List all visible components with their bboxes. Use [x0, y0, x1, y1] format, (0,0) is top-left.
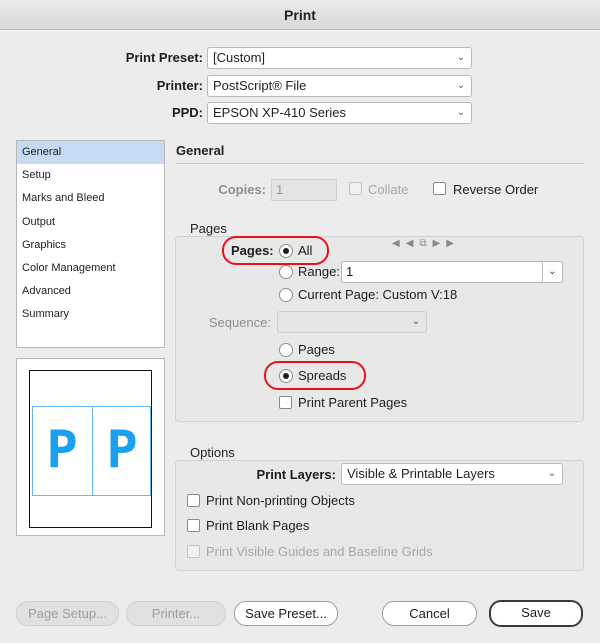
spreads-highlight	[264, 361, 366, 390]
window-title: Print	[0, 0, 600, 30]
print-preset-label: Print Preset:	[125, 50, 203, 65]
ppd-select[interactable]: EPSON XP-410 Series ⌄	[207, 102, 472, 124]
print-layers-select[interactable]: Visible & Printable Layers ⌄	[341, 463, 563, 485]
options-group-title: Options	[190, 445, 235, 460]
page-copy-icon[interactable]: ⧉	[419, 238, 432, 249]
sequence-select[interactable]: ⌄	[277, 311, 427, 333]
print-nonprinting-label: Print Non-printing Objects	[206, 493, 355, 508]
next-page-icon[interactable]: ▶	[433, 238, 447, 249]
range-radio[interactable]	[279, 265, 293, 279]
reverse-order-checkbox[interactable]	[433, 182, 446, 195]
cancel-button[interactable]: Cancel	[382, 601, 477, 626]
save-preset-button[interactable]: Save Preset...	[234, 601, 338, 626]
sidebar-item-setup[interactable]: Setup	[17, 164, 164, 187]
pages-group-title: Pages	[190, 221, 227, 236]
current-page-radio[interactable]	[279, 288, 293, 302]
chevron-down-icon: ⌄	[411, 316, 421, 327]
print-parent-pages-checkbox[interactable]	[279, 396, 292, 409]
first-page-icon[interactable]: ◀​	[392, 238, 406, 249]
printer-value: PostScript® File	[213, 78, 307, 93]
preview-right-glyph: P	[106, 420, 138, 480]
last-page-icon[interactable]: ▶​	[446, 238, 460, 249]
chevron-down-icon[interactable]: ⌄	[542, 262, 562, 282]
sidebar-item-output[interactable]: Output	[17, 211, 164, 234]
chevron-down-icon: ⌄	[456, 52, 466, 63]
printer-button[interactable]: Printer...	[126, 601, 226, 626]
range-label: Range:	[298, 264, 340, 279]
sequence-label: Sequence:	[208, 315, 271, 330]
printer-label: Printer:	[156, 78, 203, 93]
page-navigation: ◀​◀⧉▶▶​	[392, 238, 460, 249]
collate-checkbox[interactable]	[349, 182, 362, 195]
reverse-order-label: Reverse Order	[453, 182, 539, 197]
print-preset-select[interactable]: [Custom] ⌄	[207, 47, 472, 69]
chevron-down-icon: ⌄	[456, 80, 466, 91]
print-layers-value: Visible & Printable Layers	[347, 466, 495, 481]
print-blank-pages-checkbox[interactable]	[187, 519, 200, 532]
preview-spread: P P	[32, 406, 151, 496]
print-blank-pages-label: Print Blank Pages	[206, 518, 310, 533]
category-list: General Setup Marks and Bleed Output Gra…	[16, 140, 165, 348]
current-page-label: Current Page: Custom V:18	[298, 287, 458, 302]
pages-option-label: Pages	[298, 342, 335, 357]
print-guides-checkbox[interactable]	[187, 545, 200, 558]
general-title: General	[176, 143, 225, 158]
pages-all-highlight	[222, 236, 329, 265]
ppd-value: EPSON XP-410 Series	[213, 105, 346, 120]
page-setup-button[interactable]: Page Setup...	[16, 601, 119, 626]
general-divider	[176, 163, 584, 164]
sidebar-item-general[interactable]: General	[17, 141, 164, 165]
pages-option-radio[interactable]	[279, 343, 293, 357]
chevron-down-icon: ⌄	[547, 468, 557, 479]
print-preset-value: [Custom]	[213, 50, 266, 65]
copies-label: Copies:	[218, 182, 266, 197]
sidebar-item-graphics[interactable]: Graphics	[17, 234, 164, 257]
print-layers-label: Print Layers:	[256, 467, 336, 482]
collate-label: Collate	[368, 182, 409, 197]
save-button[interactable]: Save	[489, 600, 583, 627]
preview-left-glyph: P	[46, 420, 78, 480]
range-input[interactable]: 1 ⌄	[341, 261, 563, 283]
printer-select[interactable]: PostScript® File ⌄	[207, 75, 472, 97]
print-parent-pages-label: Print Parent Pages	[298, 395, 408, 410]
sidebar-item-advanced[interactable]: Advanced	[17, 280, 164, 303]
chevron-down-icon: ⌄	[456, 107, 466, 118]
print-preview: P P	[16, 358, 165, 536]
sidebar-item-marks-and-bleed[interactable]: Marks and Bleed	[17, 187, 164, 210]
print-nonprinting-checkbox[interactable]	[187, 494, 200, 507]
prev-page-icon[interactable]: ◀	[406, 238, 420, 249]
print-guides-label: Print Visible Guides and Baseline Grids	[206, 544, 433, 559]
preview-page: P P	[29, 370, 152, 528]
ppd-label: PPD:	[171, 105, 203, 120]
copies-input[interactable]: 1	[271, 179, 337, 201]
sidebar-item-color-management[interactable]: Color Management	[17, 257, 164, 280]
sidebar-item-summary[interactable]: Summary	[17, 303, 164, 326]
range-value: 1	[346, 264, 354, 279]
